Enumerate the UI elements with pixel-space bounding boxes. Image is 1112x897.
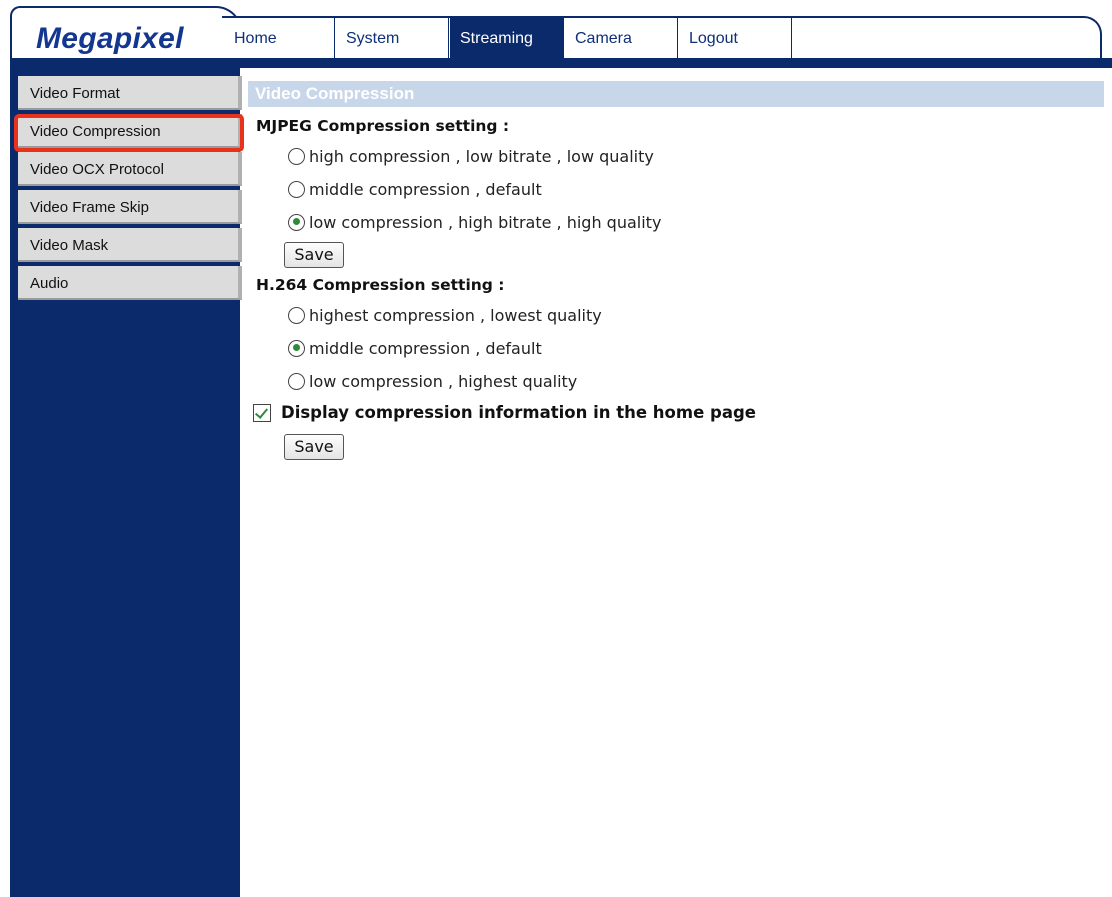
sidebar-item-video-compression[interactable]: Video Compression bbox=[18, 114, 242, 148]
option-label: low compression , high bitrate , high qu… bbox=[309, 212, 662, 232]
h264-option-low-compression[interactable]: low compression , highest quality bbox=[288, 370, 577, 392]
nav-home[interactable]: Home bbox=[224, 18, 335, 58]
logo: Megapixel bbox=[36, 22, 184, 55]
nav-streaming[interactable]: Streaming bbox=[450, 18, 564, 58]
option-label: low compression , highest quality bbox=[309, 371, 578, 391]
option-label: highest compression , lowest quality bbox=[309, 305, 602, 325]
option-label: middle compression , default bbox=[309, 179, 542, 199]
mjpeg-option-high-compression[interactable]: high compression , low bitrate , low qua… bbox=[288, 145, 654, 167]
section-title: Video Compression bbox=[248, 81, 1104, 107]
display-info-checkbox[interactable] bbox=[253, 403, 271, 422]
sidebar-item-video-ocx-protocol[interactable]: Video OCX Protocol bbox=[18, 152, 242, 186]
logo-tab: Megapixel bbox=[10, 6, 242, 64]
sidebar-item-video-mask[interactable]: Video Mask bbox=[18, 228, 242, 262]
h264-save-button[interactable]: Save bbox=[284, 434, 344, 460]
mjpeg-save-button[interactable]: Save bbox=[284, 242, 344, 268]
h264-option-middle-compression[interactable]: middle compression , default bbox=[288, 337, 542, 359]
radio-button[interactable] bbox=[288, 180, 305, 198]
nav-system[interactable]: System bbox=[336, 18, 449, 58]
nav-logout[interactable]: Logout bbox=[679, 18, 792, 58]
sidebar-item-audio[interactable]: Audio bbox=[18, 266, 242, 300]
display-info-option[interactable]: Display compression information in the h… bbox=[253, 403, 756, 422]
nav-camera[interactable]: Camera bbox=[565, 18, 678, 58]
radio-button[interactable] bbox=[288, 306, 305, 324]
header-divider bbox=[10, 58, 1112, 68]
option-label: middle compression , default bbox=[309, 338, 542, 358]
display-info-label: Display compression information in the h… bbox=[281, 403, 756, 422]
sidebar-item-video-format[interactable]: Video Format bbox=[18, 76, 242, 110]
mjpeg-option-middle-compression[interactable]: middle compression , default bbox=[288, 178, 542, 200]
option-label: high compression , low bitrate , low qua… bbox=[309, 146, 654, 166]
mjpeg-option-low-compression[interactable]: low compression , high bitrate , high qu… bbox=[288, 211, 661, 233]
radio-button[interactable] bbox=[288, 372, 305, 390]
sidebar: Video Format Video Compression Video OCX… bbox=[10, 68, 242, 897]
radio-button[interactable] bbox=[288, 147, 305, 165]
radio-button-selected[interactable] bbox=[288, 339, 305, 357]
radio-button-selected[interactable] bbox=[288, 213, 305, 231]
h264-heading: H.264 Compression setting : bbox=[256, 276, 505, 294]
sidebar-item-video-frame-skip[interactable]: Video Frame Skip bbox=[18, 190, 242, 224]
mjpeg-heading: MJPEG Compression setting : bbox=[256, 117, 510, 135]
h264-option-highest-compression[interactable]: highest compression , lowest quality bbox=[288, 304, 602, 326]
